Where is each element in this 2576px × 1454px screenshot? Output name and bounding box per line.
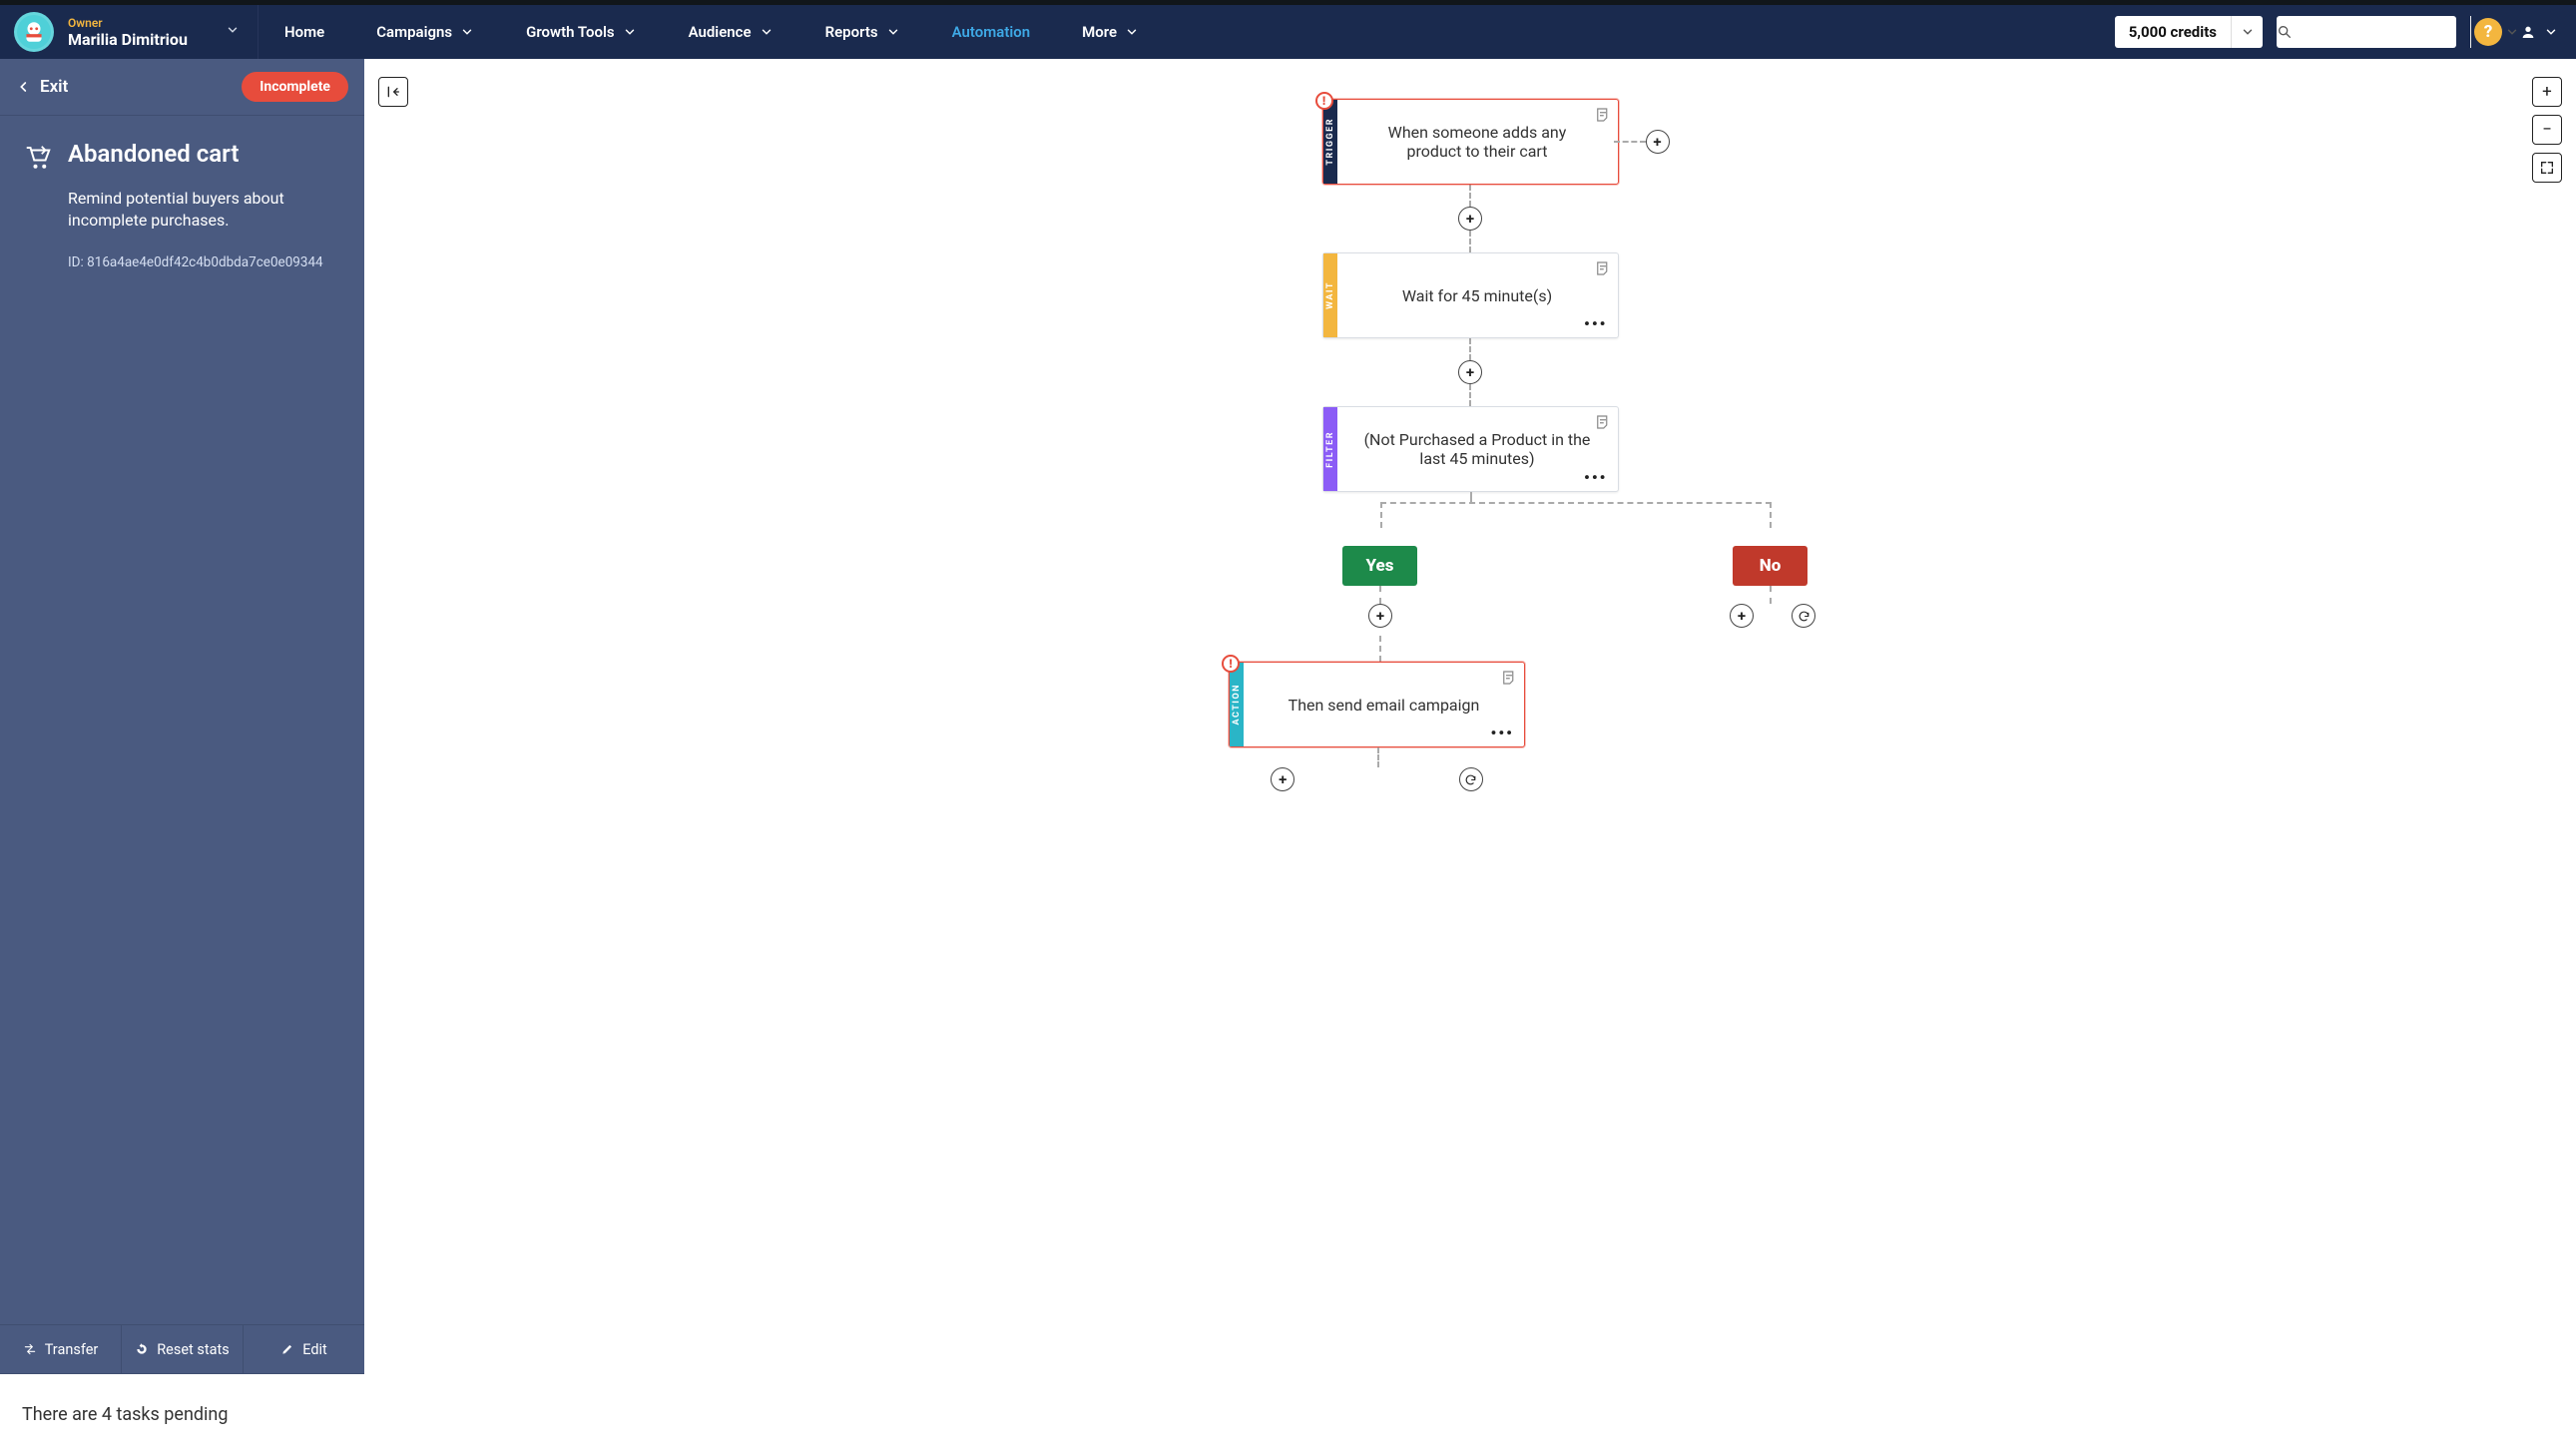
note-icon[interactable]: [1594, 259, 1612, 277]
nav-campaigns[interactable]: Campaigns: [350, 5, 500, 59]
credits-dropdown[interactable]: [2231, 16, 2263, 48]
loop-no-button[interactable]: [1792, 604, 1815, 628]
trigger-node[interactable]: ! TRIGGER When someone adds any product …: [1322, 99, 1619, 185]
arrow-left-icon: [16, 79, 32, 95]
action-text: Then send email campaign: [1288, 696, 1480, 715]
history-icon: [135, 1342, 149, 1356]
chevron-down-icon: [2544, 25, 2558, 39]
owner-dropdown[interactable]: [208, 23, 258, 41]
add-step-yes-button[interactable]: +: [1368, 604, 1392, 628]
zoom-out-button[interactable]: −: [2532, 115, 2562, 145]
search-icon: [2277, 24, 2293, 40]
workflow-title: Abandoned cart: [68, 140, 239, 168]
chevron-down-icon: [760, 25, 773, 39]
pending-tasks-text: There are 4 tasks pending: [22, 1404, 228, 1425]
add-sibling-button[interactable]: +: [1646, 130, 1670, 154]
monkey-icon: [21, 19, 47, 45]
owner-label: Owner: [68, 16, 198, 30]
collapse-sidebar-button[interactable]: [378, 77, 408, 107]
trigger-text: When someone adds any product to their c…: [1359, 123, 1596, 161]
chevron-down-icon: [886, 25, 900, 39]
expand-icon: [2539, 160, 2555, 176]
chevron-down-icon: [1125, 25, 1139, 39]
owner-name: Marilia Dimitriou: [68, 30, 198, 49]
flow-canvas[interactable]: + − ! TRIGGER When someone adds any prod…: [364, 59, 2576, 1454]
cart-icon: [22, 142, 54, 174]
zoom-in-button[interactable]: +: [2532, 77, 2562, 107]
person-icon: [2520, 24, 2536, 40]
credits-label: 5,000 credits: [2115, 23, 2231, 41]
branch-yes[interactable]: Yes: [1342, 546, 1417, 586]
refresh-icon: [1464, 773, 1477, 786]
top-navbar: Owner Marilia Dimitriou Home Campaigns G…: [0, 0, 2576, 59]
action-node[interactable]: ! ACTION Then send email campaign •••: [1229, 662, 1525, 747]
fullscreen-button[interactable]: [2532, 153, 2562, 183]
filter-text: (Not Purchased a Product in the last 45 …: [1359, 430, 1596, 468]
wait-text: Wait for 45 minute(s): [1402, 286, 1552, 305]
loop-after-action-button[interactable]: [1459, 767, 1483, 791]
nav-growth-tools[interactable]: Growth Tools: [500, 5, 662, 59]
workflow-description: Remind potential buyers about incomplete…: [68, 188, 338, 231]
filter-node[interactable]: FILTER (Not Purchased a Product in the l…: [1322, 406, 1619, 492]
owner-block: Owner Marilia Dimitriou: [68, 5, 208, 59]
sidebar: Exit Incomplete Abandoned cart Remind po…: [0, 59, 364, 1454]
sidebar-body: Abandoned cart Remind potential buyers a…: [0, 116, 364, 1324]
error-badge-icon: !: [1222, 655, 1240, 673]
chevron-down-icon: [226, 23, 240, 37]
nav-more[interactable]: More: [1056, 5, 1165, 59]
exit-button[interactable]: Exit: [16, 77, 68, 97]
pencil-icon: [280, 1342, 294, 1356]
help-button[interactable]: ?: [2474, 18, 2502, 46]
account-menu[interactable]: [2520, 24, 2558, 40]
sidebar-actions: Transfer Reset stats Edit: [0, 1324, 364, 1374]
branch-no[interactable]: No: [1733, 546, 1807, 586]
note-icon[interactable]: [1594, 413, 1612, 431]
search-box: All: [2277, 16, 2456, 48]
status-pill[interactable]: Incomplete: [242, 72, 348, 102]
node-menu-button[interactable]: •••: [1584, 468, 1608, 487]
branch-row: Yes No: [1091, 546, 1849, 586]
chevron-down-icon: [2505, 25, 2519, 39]
credits-button[interactable]: 5,000 credits: [2115, 16, 2263, 48]
reset-stats-button[interactable]: Reset stats: [122, 1325, 244, 1373]
nav-automation[interactable]: Automation: [926, 5, 1057, 59]
workspace: Exit Incomplete Abandoned cart Remind po…: [0, 59, 2576, 1454]
edit-button[interactable]: Edit: [244, 1325, 364, 1373]
workflow-id: ID: 816a4ae4e0df42c4b0dbda7ce0e09344: [68, 254, 344, 270]
chevron-down-icon: [2241, 25, 2255, 39]
nav-audience[interactable]: Audience: [663, 5, 799, 59]
flow-container: ! TRIGGER When someone adds any product …: [1091, 99, 1849, 791]
brand-avatar: [14, 12, 54, 52]
note-icon[interactable]: [1500, 669, 1518, 687]
note-icon[interactable]: [1594, 106, 1612, 124]
nav-home[interactable]: Home: [258, 5, 350, 59]
chevron-down-icon: [623, 25, 637, 39]
node-menu-button[interactable]: •••: [1490, 724, 1514, 742]
error-badge-icon: !: [1315, 92, 1333, 110]
node-menu-button[interactable]: •••: [1584, 314, 1608, 333]
nav-reports[interactable]: Reports: [799, 5, 926, 59]
collapse-left-icon: [385, 84, 401, 100]
main-nav: Home Campaigns Growth Tools Audience Rep…: [258, 5, 2115, 59]
transfer-button[interactable]: Transfer: [0, 1325, 122, 1373]
add-step-after-action-button[interactable]: +: [1271, 767, 1294, 791]
add-step-no-button[interactable]: +: [1730, 604, 1754, 628]
search-input[interactable]: [2293, 24, 2470, 40]
wait-node[interactable]: WAIT Wait for 45 minute(s) •••: [1322, 252, 1619, 338]
sidebar-header: Exit Incomplete: [0, 59, 364, 116]
chevron-down-icon: [460, 25, 474, 39]
add-step-button[interactable]: +: [1458, 207, 1482, 231]
sidebar-footer: There are 4 tasks pending: [0, 1374, 364, 1454]
transfer-icon: [23, 1342, 37, 1356]
add-step-button[interactable]: +: [1458, 360, 1482, 384]
refresh-icon: [1798, 610, 1810, 623]
